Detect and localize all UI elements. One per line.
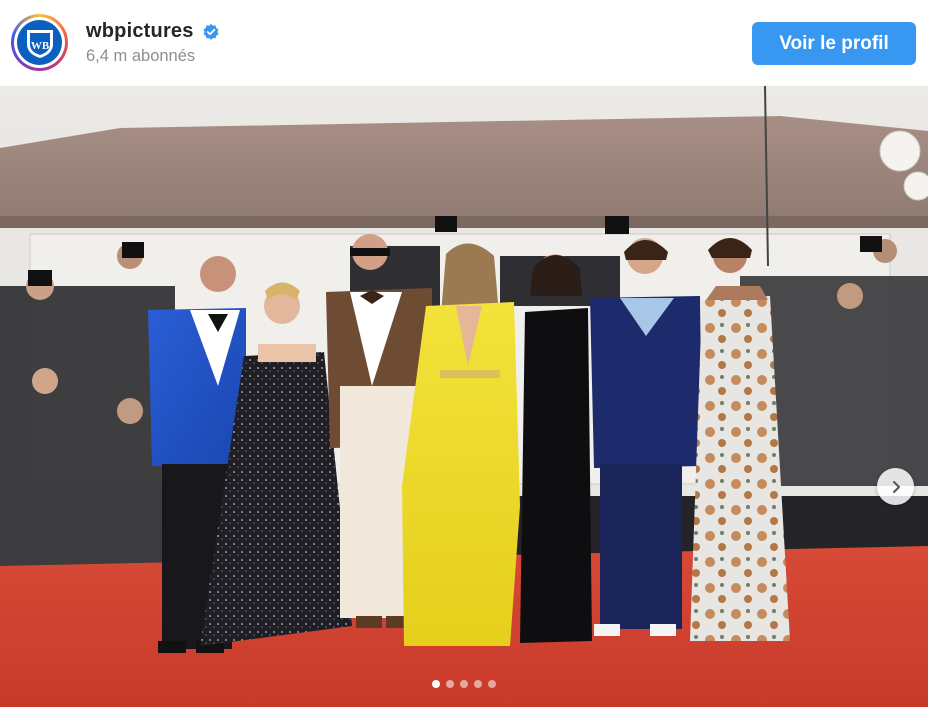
- view-profile-button[interactable]: Voir le profil: [752, 22, 916, 65]
- profile-avatar[interactable]: WB: [11, 14, 68, 71]
- carousel-dot[interactable]: [488, 680, 496, 688]
- post-image[interactable]: [0, 86, 928, 707]
- carousel-dot[interactable]: [446, 680, 454, 688]
- chevron-right-icon: [892, 480, 900, 493]
- carousel-dot[interactable]: [432, 680, 440, 688]
- svg-text:WB: WB: [30, 40, 49, 52]
- carousel-dot[interactable]: [460, 680, 468, 688]
- wb-shield-logo: WB: [17, 20, 62, 65]
- username-link[interactable]: wbpictures: [86, 20, 194, 43]
- username-row: wbpictures: [86, 20, 220, 43]
- follower-count: 6,4 m abonnés: [86, 47, 196, 65]
- verified-badge-icon: [203, 23, 219, 40]
- next-slide-button[interactable]: [877, 468, 914, 505]
- carousel-indicator: [0, 680, 928, 688]
- carousel-dot[interactable]: [474, 680, 482, 688]
- post-header: WB wbpictures 6,4 m abonnés Voir le prof…: [0, 0, 928, 86]
- red-carpet-photo: [0, 86, 928, 707]
